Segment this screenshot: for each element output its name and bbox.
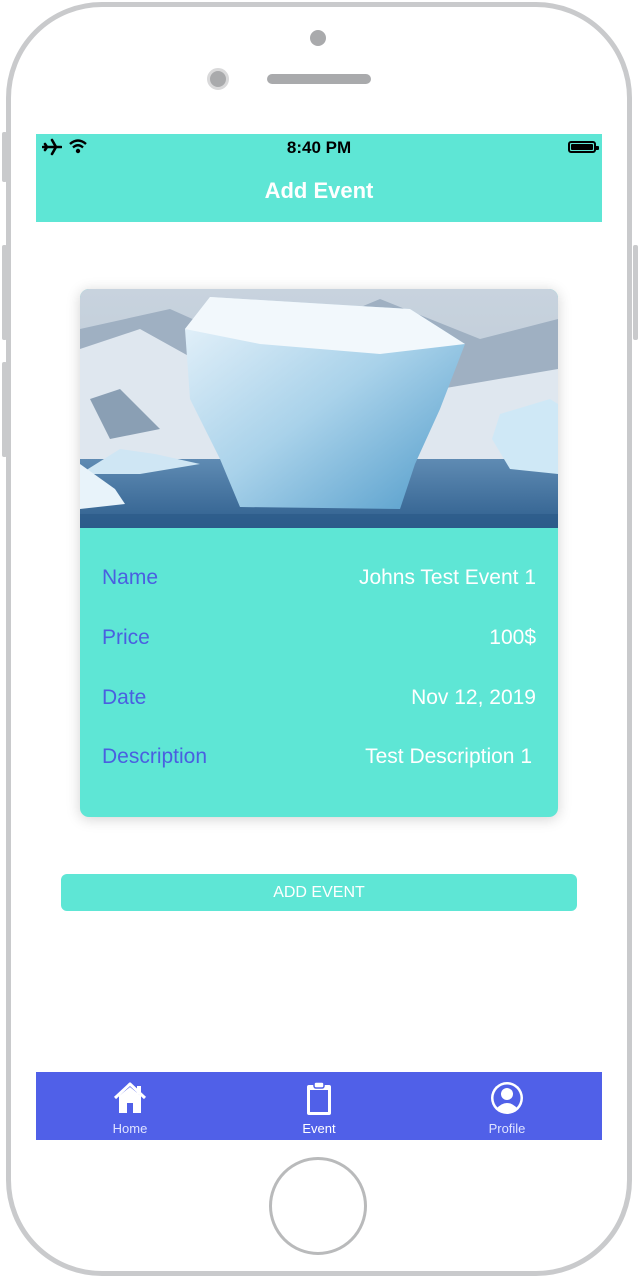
tab-label: Home <box>112 1121 148 1136</box>
tab-home[interactable]: Home <box>60 1072 200 1140</box>
field-value[interactable]: Test Description 1 <box>365 745 532 769</box>
tab-label: Event <box>302 1121 336 1136</box>
volume-up-button <box>2 245 7 340</box>
power-button <box>633 245 638 340</box>
volume-down-button <box>2 362 7 457</box>
camera-dot <box>310 30 326 46</box>
tab-event[interactable]: Event <box>249 1072 389 1140</box>
field-row-description: Description Test Description 1 <box>102 745 536 775</box>
navigation-bar: Add Event <box>36 162 602 222</box>
field-row-date: Date Nov 12, 2019 <box>102 686 536 716</box>
page-title: Add Event <box>264 178 374 203</box>
tab-profile[interactable]: Profile <box>437 1072 577 1140</box>
field-label: Description <box>102 745 208 768</box>
tab-bar: Home Event Profile <box>36 1072 602 1140</box>
field-row-name: Name Johns Test Event 1 <box>102 566 536 596</box>
event-image <box>80 289 558 528</box>
status-time: 8:40 PM <box>286 138 352 157</box>
app-screen: 8:40 PM Add Event Name Johns Test Event … <box>36 134 602 1140</box>
field-value[interactable]: 100$ <box>489 626 536 650</box>
front-camera <box>207 68 229 90</box>
field-label: Date <box>102 686 147 709</box>
earpiece-speaker <box>267 74 371 84</box>
status-bar: 8:40 PM <box>36 134 602 162</box>
battery-icon <box>568 141 599 153</box>
field-label: Name <box>102 566 159 589</box>
field-value[interactable]: Johns Test Event 1 <box>359 566 536 590</box>
profile-icon <box>491 1082 523 1114</box>
field-row-price: Price 100$ <box>102 626 536 656</box>
event-card: Name Johns Test Event 1 Price 100$ Date … <box>80 289 558 817</box>
clipboard-icon <box>307 1081 331 1115</box>
home-button[interactable] <box>269 1157 367 1255</box>
mute-switch <box>2 132 7 182</box>
home-icon <box>113 1082 147 1113</box>
tab-label: Profile <box>488 1121 526 1136</box>
add-event-button[interactable]: ADD EVENT <box>61 874 577 911</box>
field-label: Price <box>102 626 150 649</box>
field-value[interactable]: Nov 12, 2019 <box>411 686 536 710</box>
